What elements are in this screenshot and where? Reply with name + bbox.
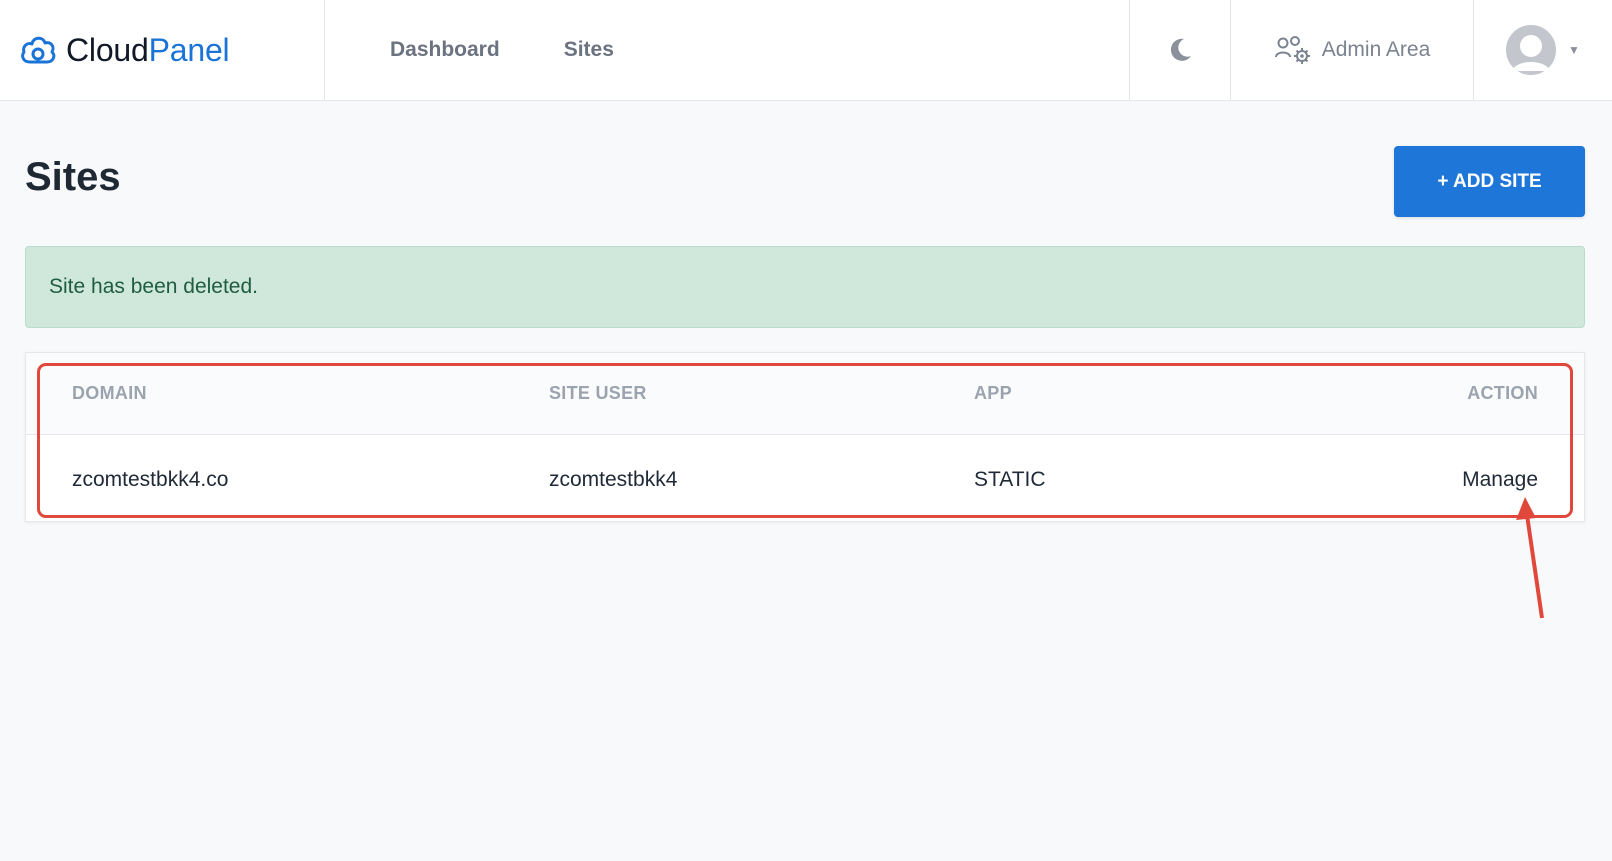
alert-message: Site has been deleted.: [49, 275, 258, 298]
brand-logo[interactable]: CloudPanel: [0, 0, 325, 100]
add-site-button[interactable]: + ADD SITE: [1394, 146, 1585, 217]
column-header-site-user: SITE USER: [549, 383, 647, 403]
theme-toggle-button[interactable]: [1129, 0, 1230, 100]
column-header-domain: DOMAIN: [72, 383, 147, 403]
page-title: Sites: [25, 155, 121, 199]
admin-area-link[interactable]: Admin Area: [1230, 0, 1473, 100]
cell-app: STATIC: [974, 468, 1046, 491]
column-header-action: ACTION: [1467, 383, 1538, 403]
nav-item-dashboard[interactable]: Dashboard: [390, 38, 500, 62]
sites-table: DOMAIN SITE USER APP ACTION zcomtestbkk4…: [25, 352, 1585, 522]
avatar: [1506, 25, 1557, 75]
admin-area-label: Admin Area: [1321, 38, 1431, 61]
cell-domain: zcomtestbkk4.co: [72, 468, 229, 491]
users-gear-icon: [1274, 36, 1310, 64]
user-menu[interactable]: ▼: [1473, 0, 1612, 100]
top-navigation-bar: CloudPanel Dashboard Sites Admin Area ▼: [0, 0, 1612, 101]
caret-down-icon: ▼: [1568, 43, 1580, 57]
table-row: zcomtestbkk4.co zcomtestbkk4 STATIC Mana…: [26, 436, 1584, 522]
table-header: DOMAIN SITE USER APP ACTION: [26, 353, 1584, 435]
nav-item-sites[interactable]: Sites: [564, 38, 614, 62]
cloud-logo-icon: [21, 36, 56, 64]
moon-icon: [1170, 38, 1191, 61]
success-alert: Site has been deleted.: [25, 246, 1585, 328]
column-header-app: APP: [974, 383, 1012, 403]
main-nav: Dashboard Sites: [390, 0, 678, 100]
manage-link[interactable]: Manage: [1462, 468, 1538, 492]
cell-site-user: zcomtestbkk4: [549, 468, 678, 491]
brand-name: CloudPanel: [66, 31, 230, 68]
